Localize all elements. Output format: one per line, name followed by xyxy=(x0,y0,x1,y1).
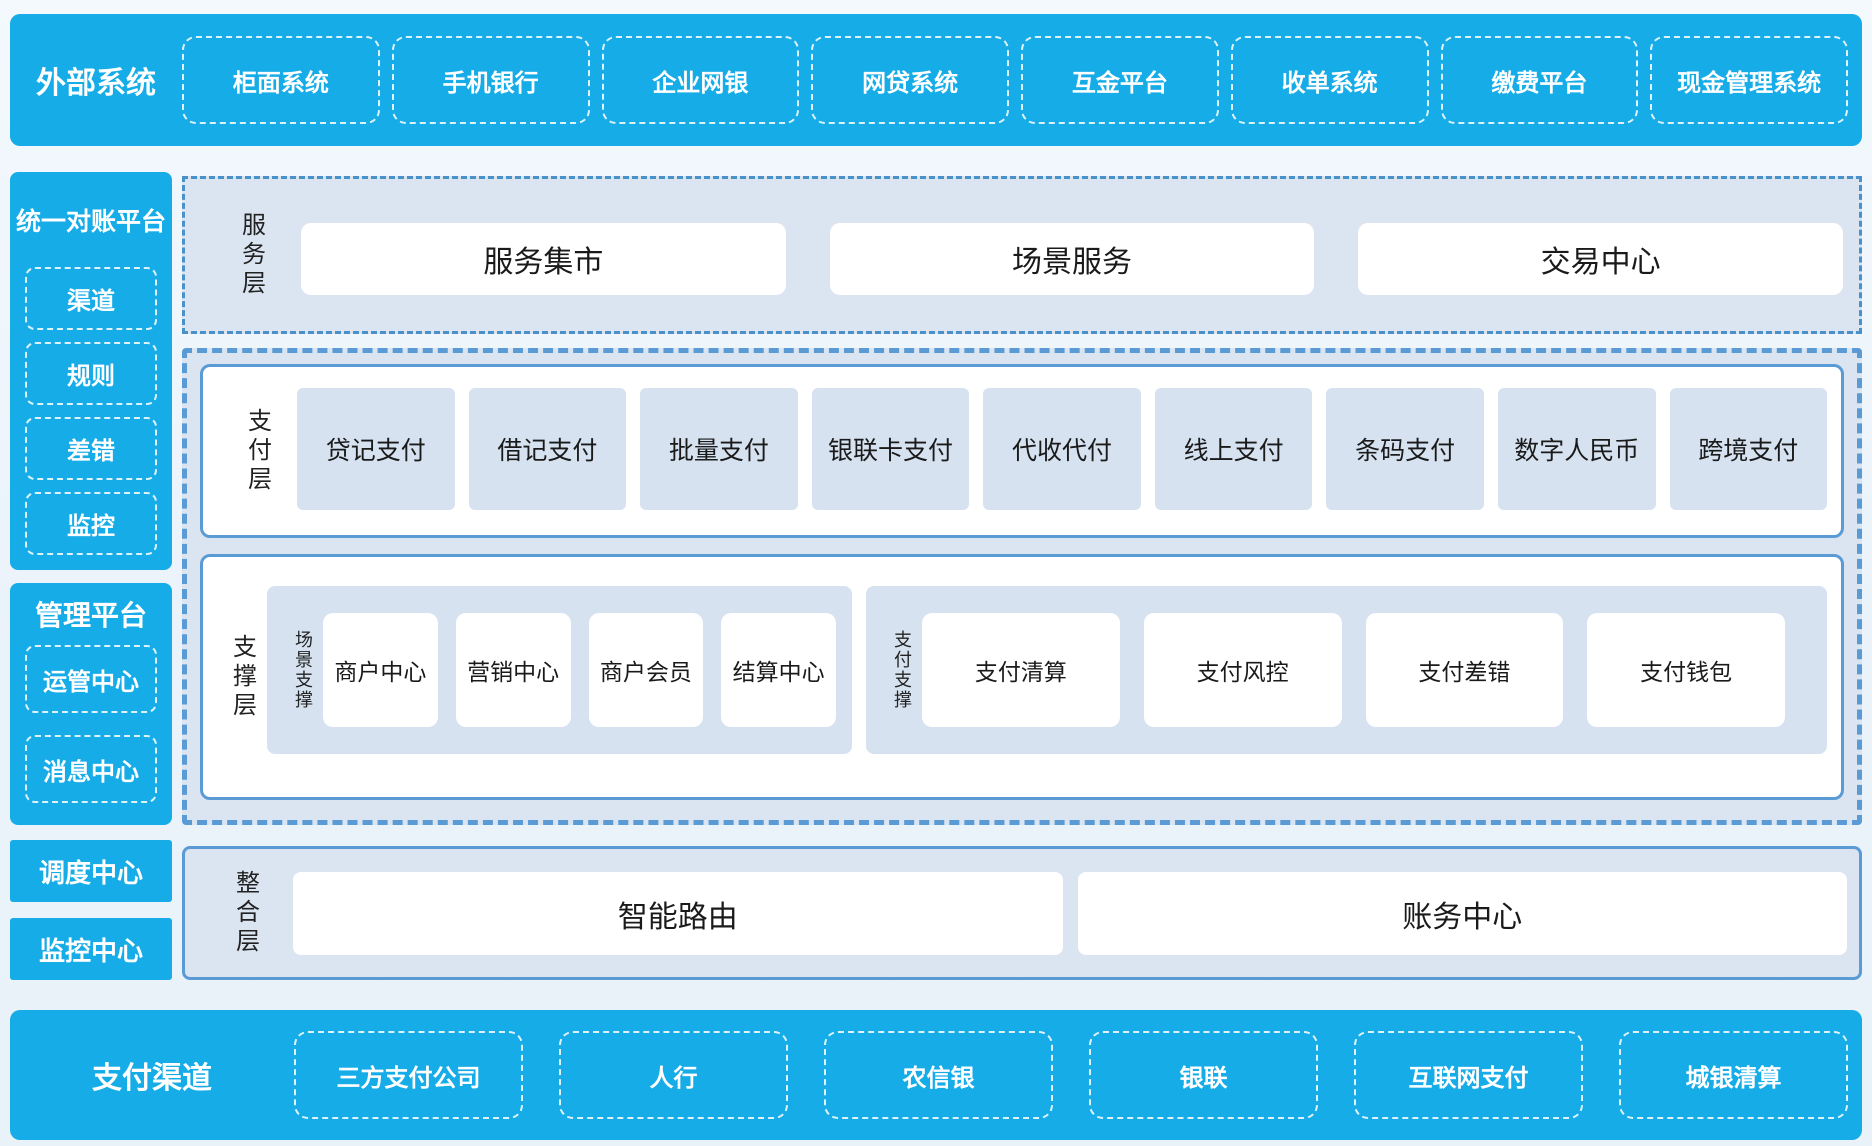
integration-box: 智能路由 xyxy=(293,872,1063,955)
external-systems-title: 外部系统 xyxy=(10,58,182,102)
payment-channel-box: 互联网支付 xyxy=(1354,1031,1583,1119)
payment-layer-items: 贷记支付 借记支付 批量支付 银联卡支付 代收代付 线上支付 条码支付 数字人 xyxy=(297,367,1827,535)
center-box: 监控中心 xyxy=(10,918,172,980)
scene-support-group: 场景支撑 商户中心 营销中心 商户会员 结算中心 xyxy=(267,586,852,754)
payment-box: 线上支付 xyxy=(1155,388,1313,510)
core-layers-container: 支付层 贷记支付 借记支付 批量支付 银联卡支付 代收代付 线上支付 xyxy=(182,348,1862,825)
reconciliation-item-box: 规则 xyxy=(25,342,157,405)
payment-channel-box: 城银清算 xyxy=(1619,1031,1848,1119)
payment-support-group: 支付支撑 支付清算 支付风控 支付差错 支付钱包 xyxy=(866,586,1827,754)
payment-layer-label: 支付层 xyxy=(217,367,297,535)
payment-box: 借记支付 xyxy=(469,388,627,510)
management-item-box: 运管中心 xyxy=(25,645,157,713)
management-platform-title: 管理平台 xyxy=(35,583,147,645)
payment-channels-title: 支付渠道 xyxy=(10,1053,294,1097)
scene-support-box: 商户会员 xyxy=(589,613,704,727)
scene-support-box: 结算中心 xyxy=(721,613,836,727)
payment-box: 跨境支付 xyxy=(1670,388,1828,510)
reconciliation-item-box: 渠道 xyxy=(25,267,157,330)
service-box: 场景服务 xyxy=(830,223,1315,295)
payment-channel-box: 三方支付公司 xyxy=(294,1031,523,1119)
payment-support-box: 支付差错 xyxy=(1366,613,1564,727)
integration-layer-items: 智能路由 账务中心 xyxy=(293,849,1847,977)
scene-support-box: 营销中心 xyxy=(456,613,571,727)
management-platform-items: 运管中心 消息中心 xyxy=(10,645,172,825)
payment-support-items: 支付清算 支付风控 支付差错 支付钱包 xyxy=(922,586,1811,754)
external-system-box: 互金平台 xyxy=(1021,36,1219,124)
payment-support-box: 支付风控 xyxy=(1144,613,1342,727)
integration-box: 账务中心 xyxy=(1078,872,1848,955)
support-layer: 支撑层 场景支撑 商户中心 营销中心 商户会员 xyxy=(200,554,1844,800)
payment-channel-box: 银联 xyxy=(1089,1031,1318,1119)
service-box: 交易中心 xyxy=(1358,223,1843,295)
payment-box: 数字人民币 xyxy=(1498,388,1656,510)
scene-support-box: 商户中心 xyxy=(323,613,438,727)
payment-channels-items: 三方支付公司 人行 农信银 银联 互联网支付 城银清算 xyxy=(294,1031,1862,1119)
payment-box: 代收代付 xyxy=(983,388,1141,510)
integration-layer-label: 整合层 xyxy=(197,849,293,977)
support-layer-label: 支撑层 xyxy=(217,557,267,797)
external-system-box: 收单系统 xyxy=(1231,36,1429,124)
reconciliation-platform-title: 统一对账平台 xyxy=(16,172,166,267)
main-area: 统一对账平台 渠道 规则 差错 监控 管理平台 运管中心 消息中 xyxy=(10,172,1862,1010)
integration-layer: 整合层 智能路由 账务中心 xyxy=(182,846,1862,980)
payment-channels-bar: 支付渠道 三方支付公司 人行 农信银 银联 互联网支付 城银清算 xyxy=(10,1010,1862,1140)
architecture-layers: 服务层 服务集市 场景服务 交易中心 支付层 贷记支付 xyxy=(182,172,1862,1010)
external-system-box: 现金管理系统 xyxy=(1650,36,1848,124)
service-layer-items: 服务集市 场景服务 交易中心 xyxy=(301,179,1843,331)
service-layer-label: 服务层 xyxy=(201,179,301,331)
standalone-centers: 调度中心 监控中心 xyxy=(10,840,172,996)
reconciliation-platform-panel: 统一对账平台 渠道 规则 差错 监控 xyxy=(10,172,172,570)
payment-channel-box: 农信银 xyxy=(824,1031,1053,1119)
payment-support-label: 支付支撑 xyxy=(882,586,922,754)
support-layer-groups: 场景支撑 商户中心 营销中心 商户会员 结算中心 xyxy=(267,557,1827,797)
left-sidebar: 统一对账平台 渠道 规则 差错 监控 管理平台 运管中心 消息中 xyxy=(10,172,172,1010)
scene-support-label: 场景支撑 xyxy=(283,586,323,754)
external-system-box: 缴费平台 xyxy=(1441,36,1639,124)
payment-box: 批量支付 xyxy=(640,388,798,510)
center-box: 调度中心 xyxy=(10,840,172,902)
reconciliation-platform-items: 渠道 规则 差错 监控 xyxy=(10,267,172,567)
service-layer: 服务层 服务集市 场景服务 交易中心 xyxy=(182,176,1862,334)
service-box: 服务集市 xyxy=(301,223,786,295)
external-systems-items: 柜面系统 手机银行 企业网银 网贷系统 互金平台 收单系统 缴费平台 现金管理系… xyxy=(182,36,1862,124)
external-systems-bar: 外部系统 柜面系统 手机银行 企业网银 网贷系统 互金平台 收单系统 缴费平台 … xyxy=(10,14,1862,146)
scene-support-items: 商户中心 营销中心 商户会员 结算中心 xyxy=(323,586,836,754)
external-system-box: 企业网银 xyxy=(602,36,800,124)
payment-box: 银联卡支付 xyxy=(812,388,970,510)
payment-box: 条码支付 xyxy=(1326,388,1484,510)
payment-layer: 支付层 贷记支付 借记支付 批量支付 银联卡支付 代收代付 线上支付 xyxy=(200,364,1844,538)
external-system-box: 手机银行 xyxy=(392,36,590,124)
reconciliation-item-box: 监控 xyxy=(25,492,157,555)
reconciliation-item-box: 差错 xyxy=(25,417,157,480)
management-platform-panel: 管理平台 运管中心 消息中心 xyxy=(10,583,172,825)
payment-box: 贷记支付 xyxy=(297,388,455,510)
external-system-box: 柜面系统 xyxy=(182,36,380,124)
payment-channel-box: 人行 xyxy=(559,1031,788,1119)
external-system-box: 网贷系统 xyxy=(811,36,1009,124)
management-item-box: 消息中心 xyxy=(25,735,157,803)
payment-support-box: 支付钱包 xyxy=(1587,613,1785,727)
payment-support-box: 支付清算 xyxy=(922,613,1120,727)
